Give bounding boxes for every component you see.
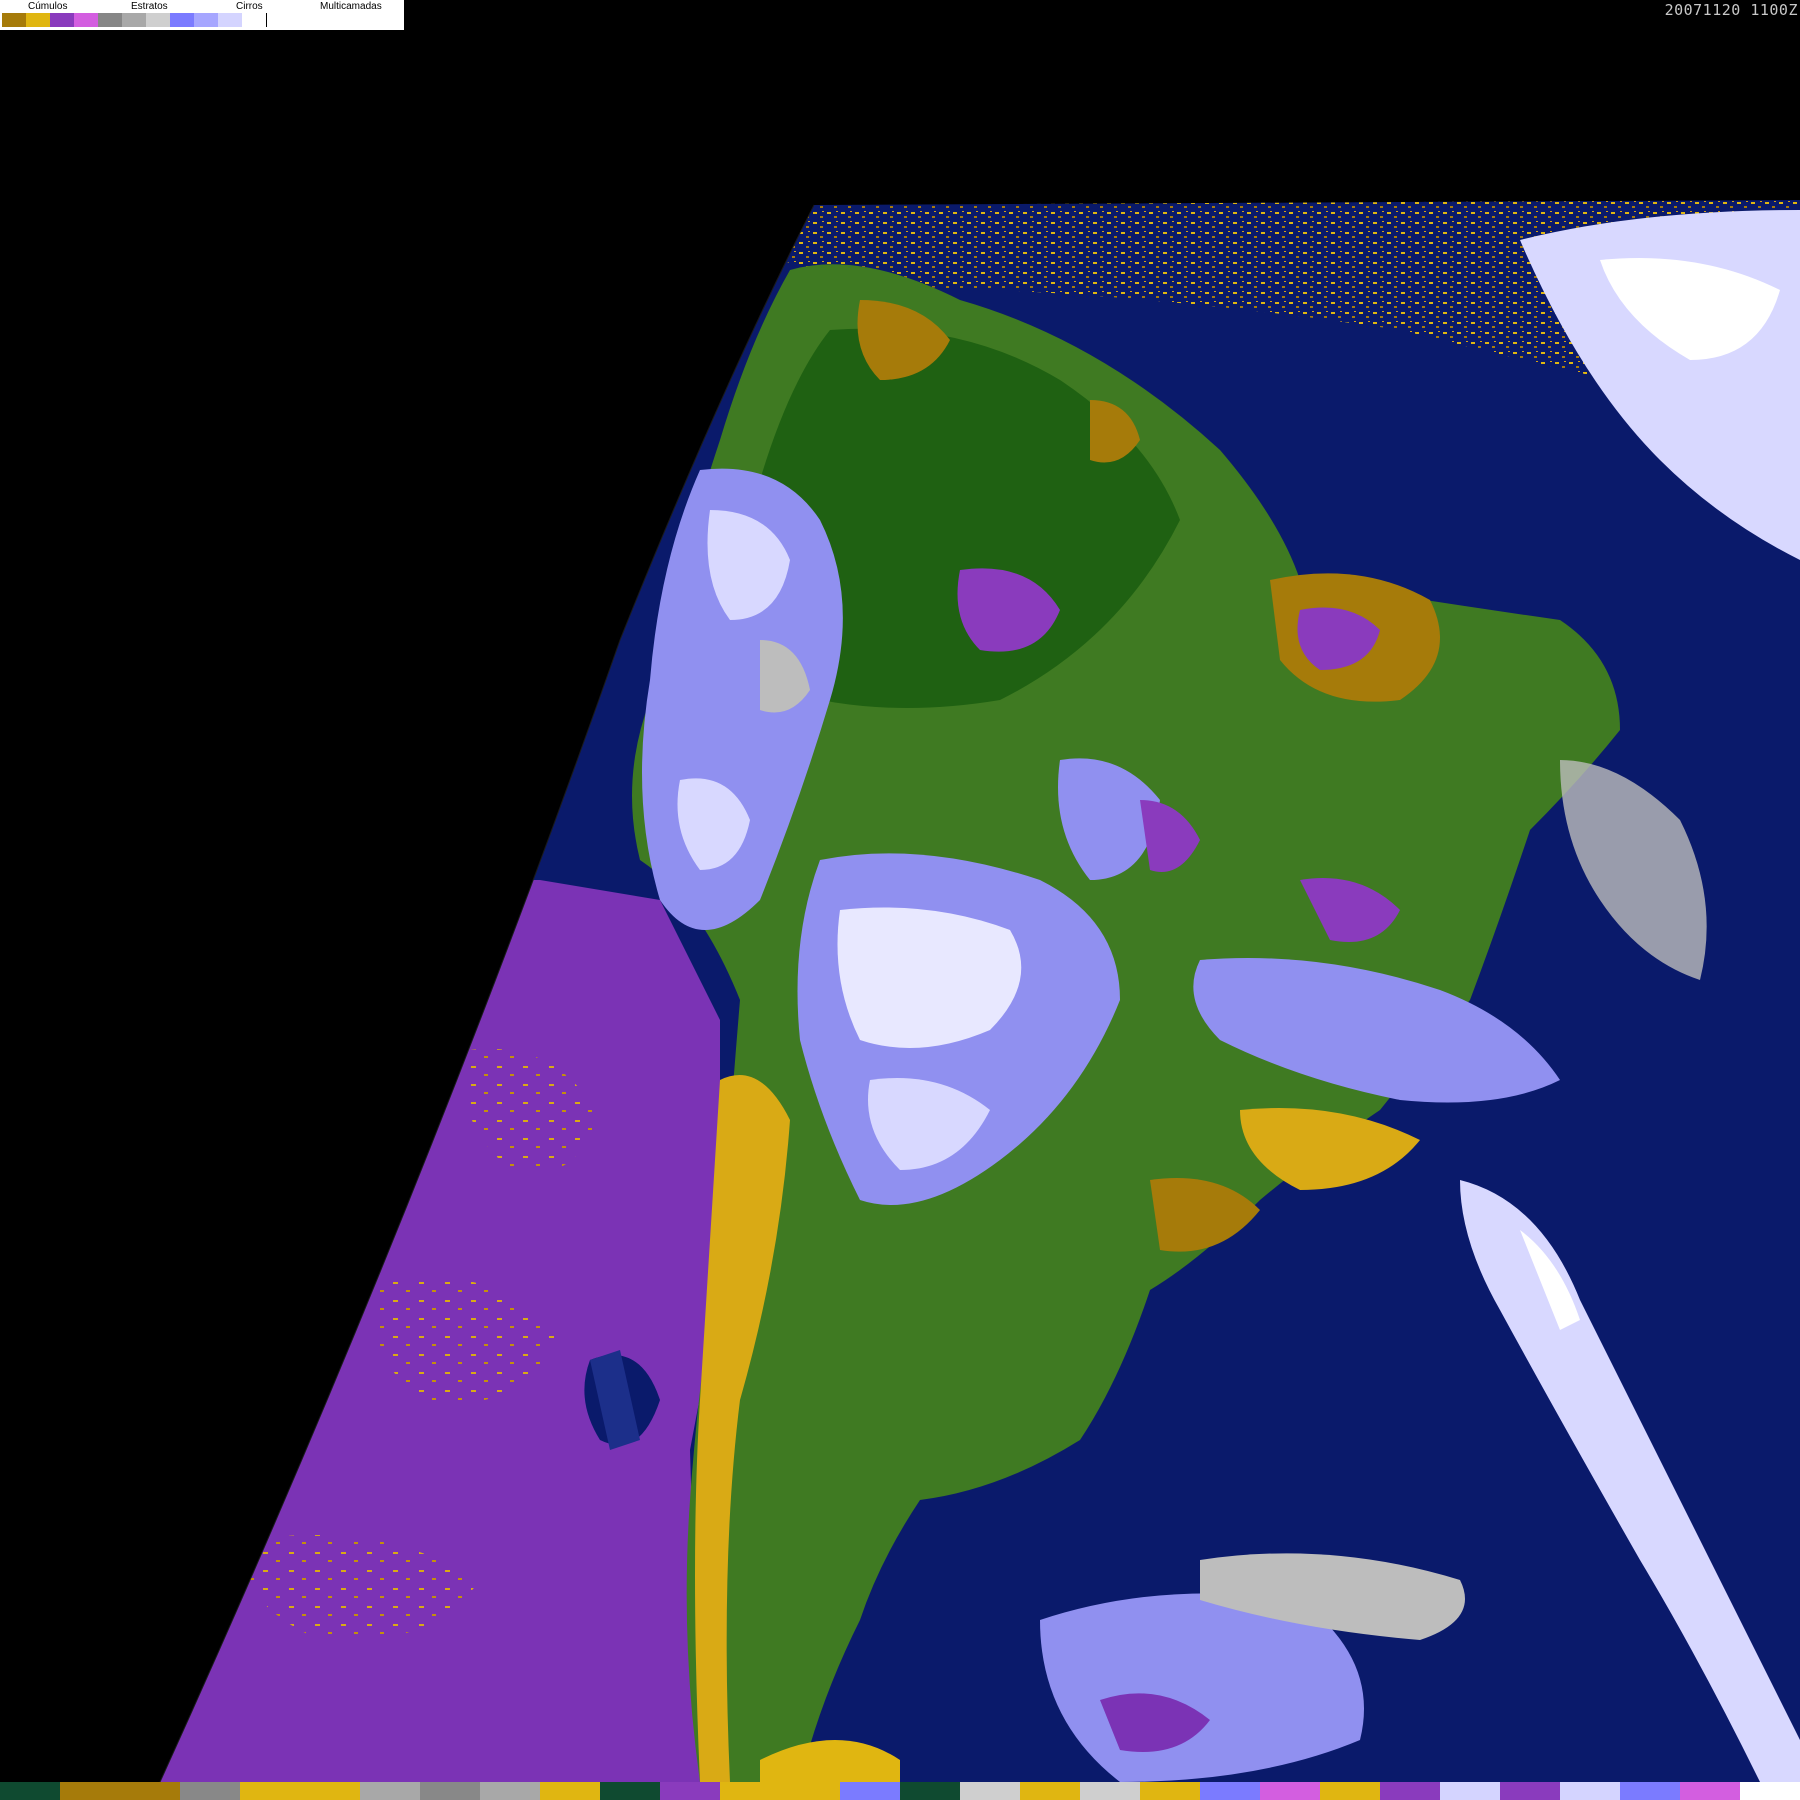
pacific-stratus-region xyxy=(160,880,720,1782)
strip-cell xyxy=(1620,1782,1680,1800)
earth-disk xyxy=(160,200,1800,1782)
strip-cell xyxy=(240,1782,300,1800)
legend-swatch xyxy=(50,13,74,27)
strip-cell xyxy=(1260,1782,1320,1800)
legend-label-cirrus: Cirros xyxy=(236,1,263,12)
satellite-cloud-classification-map xyxy=(159,200,1800,1783)
bottom-color-strip xyxy=(0,1782,1800,1800)
strip-cell xyxy=(540,1782,600,1800)
strip-cell xyxy=(1320,1782,1380,1800)
strip-cell xyxy=(1080,1782,1140,1800)
strip-cell xyxy=(1500,1782,1560,1800)
image-timestamp: 20071120 1100Z xyxy=(1664,1,1798,19)
legend-swatch xyxy=(122,13,146,27)
legend-swatch xyxy=(98,13,122,27)
strip-cell xyxy=(0,1782,60,1800)
legend-swatch xyxy=(170,13,194,27)
strip-cell xyxy=(780,1782,840,1800)
strip-cell xyxy=(900,1782,960,1800)
strip-cell xyxy=(1200,1782,1260,1800)
strip-cell xyxy=(60,1782,120,1800)
strip-cell xyxy=(300,1782,360,1800)
strip-cell xyxy=(1140,1782,1200,1800)
strip-cell xyxy=(480,1782,540,1800)
strip-cell xyxy=(420,1782,480,1800)
legend-swatch xyxy=(146,13,170,27)
strip-cell xyxy=(1740,1782,1800,1800)
strip-cell xyxy=(1560,1782,1620,1800)
legend-swatch xyxy=(242,13,267,27)
cloud-type-legend: Cúmulos Estratos Cirros Multicamadas xyxy=(0,0,404,30)
strip-cell xyxy=(180,1782,240,1800)
strip-cell xyxy=(1380,1782,1440,1800)
legend-swatch xyxy=(74,13,98,27)
strip-cell xyxy=(600,1782,660,1800)
strip-cell xyxy=(960,1782,1020,1800)
strip-cell xyxy=(360,1782,420,1800)
strip-cell xyxy=(120,1782,180,1800)
legend-label-multilayer: Multicamadas xyxy=(320,1,382,12)
strip-cell xyxy=(840,1782,900,1800)
strip-cell xyxy=(1440,1782,1500,1800)
legend-swatch xyxy=(26,13,50,27)
strip-cell xyxy=(1020,1782,1080,1800)
legend-swatch xyxy=(218,13,242,27)
legend-swatch xyxy=(2,13,26,27)
strip-cell xyxy=(660,1782,720,1800)
strip-cell xyxy=(1680,1782,1740,1800)
legend-label-stratus: Estratos xyxy=(131,1,168,12)
legend-label-cumulus: Cúmulos xyxy=(28,1,68,12)
legend-swatch xyxy=(194,13,218,27)
legend-swatches xyxy=(2,13,267,27)
strip-cell xyxy=(720,1782,780,1800)
